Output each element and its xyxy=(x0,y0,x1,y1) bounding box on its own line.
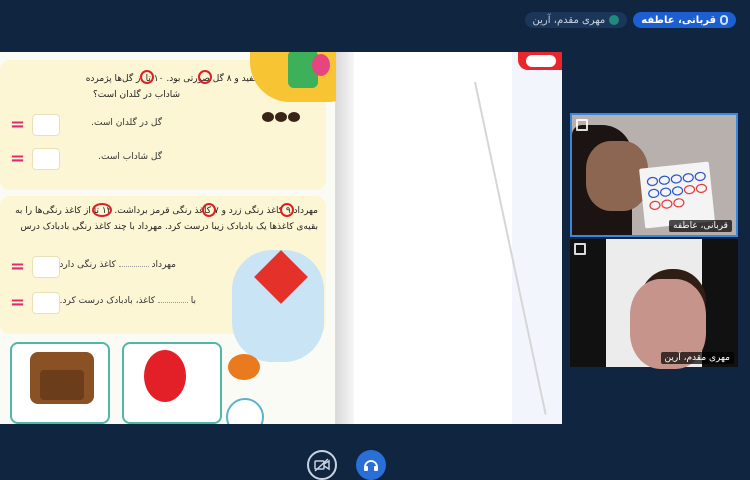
audio-button[interactable] xyxy=(356,450,386,480)
petal-shape xyxy=(312,54,330,76)
kite-shape xyxy=(254,250,308,304)
camera-name-tag: قربانی، عاطفه xyxy=(669,220,732,232)
annotation-circle xyxy=(198,70,212,84)
microphone-icon xyxy=(720,15,728,25)
annotation-circle xyxy=(140,70,154,84)
participant-name-talking: قربانی، عاطفه xyxy=(641,14,716,26)
equals-sign: = xyxy=(10,114,26,135)
participant-pill-other[interactable]: مهری مقدم، آرین xyxy=(524,12,628,28)
control-bar xyxy=(0,444,750,480)
headphones-icon xyxy=(364,460,378,471)
blank-line xyxy=(157,302,188,303)
participant-name-other: مهری مقدم، آرین xyxy=(532,14,606,26)
answer-prefix: مهرداد xyxy=(151,260,176,270)
answer-prefix: با xyxy=(190,296,196,306)
problem-2-answer-1: مهرداد کاغذ رنگی دارد. xyxy=(57,260,176,270)
bag-card xyxy=(10,342,110,424)
answer-suffix: کاغذ رنگی دارد. xyxy=(56,260,116,270)
problem-1-answer-1: گل در گلدان است. xyxy=(91,118,162,128)
camera-off-icon xyxy=(314,458,330,472)
answer-circle[interactable] xyxy=(226,398,264,424)
bag-illustration xyxy=(30,352,94,404)
camera-toggle-button[interactable] xyxy=(307,450,337,480)
balloon-illustration xyxy=(144,350,186,402)
presentation-area: در گلدان ۶ گل سفید و ۸ گل صورتی بود. ۱۰ … xyxy=(0,52,562,424)
blank-page xyxy=(354,52,562,424)
answer-field[interactable] xyxy=(32,148,60,170)
problem-2-text-line1: مهرداد ۹ کاغذ رنگی زرد و ۷ کاغذ رنگی قرم… xyxy=(15,206,318,216)
annotation-circle xyxy=(92,203,112,217)
expand-icon[interactable] xyxy=(576,119,588,131)
page-fold xyxy=(336,52,354,424)
ant-illustration xyxy=(262,110,304,124)
answer-field[interactable] xyxy=(32,114,60,136)
equals-sign: = xyxy=(10,148,26,169)
blank-line xyxy=(118,266,149,267)
camera-name-tag: مهری مقدم، آرین xyxy=(660,352,734,364)
annotation-circle xyxy=(202,203,216,217)
participant-bar: مهری مقدم، آرین قربانی، عاطفه xyxy=(0,0,750,40)
problem-1-text-line2: شاداب در گلدان است؟ xyxy=(93,90,180,100)
webcam-tile-1[interactable]: قربانی، عاطفه xyxy=(570,113,738,237)
webcam-tile-2[interactable]: مهری مقدم، آرین xyxy=(570,239,738,369)
equals-sign: = xyxy=(10,292,26,313)
person-face xyxy=(586,141,648,211)
problem-2-text-line2: بقیه‌ی کاغذها یک بادبادک زیبا درست کرد. … xyxy=(20,222,318,232)
equals-sign: = xyxy=(10,256,26,277)
problem-1-answer-2: گل شاداب است. xyxy=(98,152,162,162)
expand-icon[interactable] xyxy=(574,243,586,255)
page-tab xyxy=(518,52,562,70)
drawn-circles xyxy=(646,171,708,210)
whiteboard xyxy=(639,161,715,229)
answer-suffix: کاغذ، بادبادک درست کرد. xyxy=(59,296,155,306)
answer-field[interactable] xyxy=(32,292,60,314)
annotation-circle xyxy=(280,203,294,217)
status-dot xyxy=(609,15,620,25)
picture-cards xyxy=(0,340,336,424)
participant-pill-talking[interactable]: قربانی، عاطفه xyxy=(633,12,736,28)
answer-field[interactable] xyxy=(32,256,60,278)
worksheet-page: در گلدان ۶ گل سفید و ۸ گل صورتی بود. ۱۰ … xyxy=(0,52,350,424)
problem-2-answer-2: با کاغذ، بادبادک درست کرد. xyxy=(60,296,196,306)
balloon-card xyxy=(122,342,222,424)
